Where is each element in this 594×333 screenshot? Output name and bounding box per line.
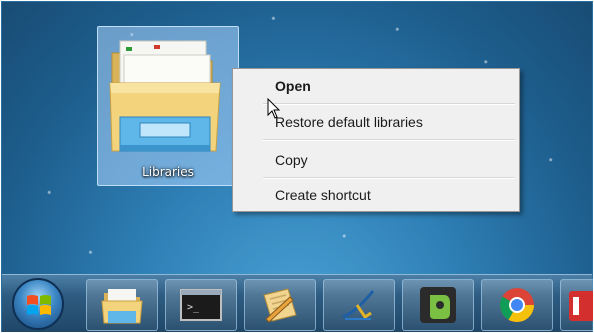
- evernote-icon: [420, 287, 456, 323]
- taskbar: >_: [2, 274, 593, 332]
- red-app-icon: [569, 291, 593, 321]
- libraries-label: Libraries: [142, 165, 194, 179]
- taskbar-app-button[interactable]: [560, 279, 593, 331]
- context-menu: Open Restore default libraries Copy Crea…: [232, 68, 520, 212]
- windows-logo-icon: [27, 295, 51, 315]
- taskbar-chrome-button[interactable]: [481, 279, 553, 331]
- mouse-cursor-icon: [267, 98, 281, 119]
- context-menu-create-shortcut[interactable]: Create shortcut: [235, 182, 517, 208]
- folder-icon: [109, 40, 221, 152]
- context-menu-copy[interactable]: Copy: [235, 147, 517, 173]
- context-menu-open[interactable]: Open: [235, 73, 517, 99]
- visual-studio-icon: [342, 290, 375, 320]
- notepad-pencil-icon: [263, 288, 297, 323]
- menu-separator: [263, 139, 515, 141]
- libraries-desktop-icon[interactable]: Libraries: [97, 26, 239, 186]
- svg-text:>_: >_: [187, 302, 200, 313]
- start-button[interactable]: [12, 278, 64, 330]
- taskbar-command-prompt-button[interactable]: >_: [165, 279, 237, 331]
- taskbar-libraries-button[interactable]: [86, 279, 158, 331]
- screenshot-frame: Libraries Open Restore default libraries…: [0, 0, 594, 333]
- command-prompt-icon: >_: [180, 289, 222, 321]
- menu-separator: [263, 177, 515, 179]
- taskbar-notepad-button[interactable]: [244, 279, 316, 331]
- taskbar-evernote-button[interactable]: [402, 279, 474, 331]
- chrome-icon: [500, 288, 534, 322]
- desktop[interactable]: Libraries Open Restore default libraries…: [2, 2, 592, 274]
- menu-separator: [263, 103, 515, 105]
- folder-library-icon: [101, 289, 143, 324]
- taskbar-visual-studio-button[interactable]: [323, 279, 395, 331]
